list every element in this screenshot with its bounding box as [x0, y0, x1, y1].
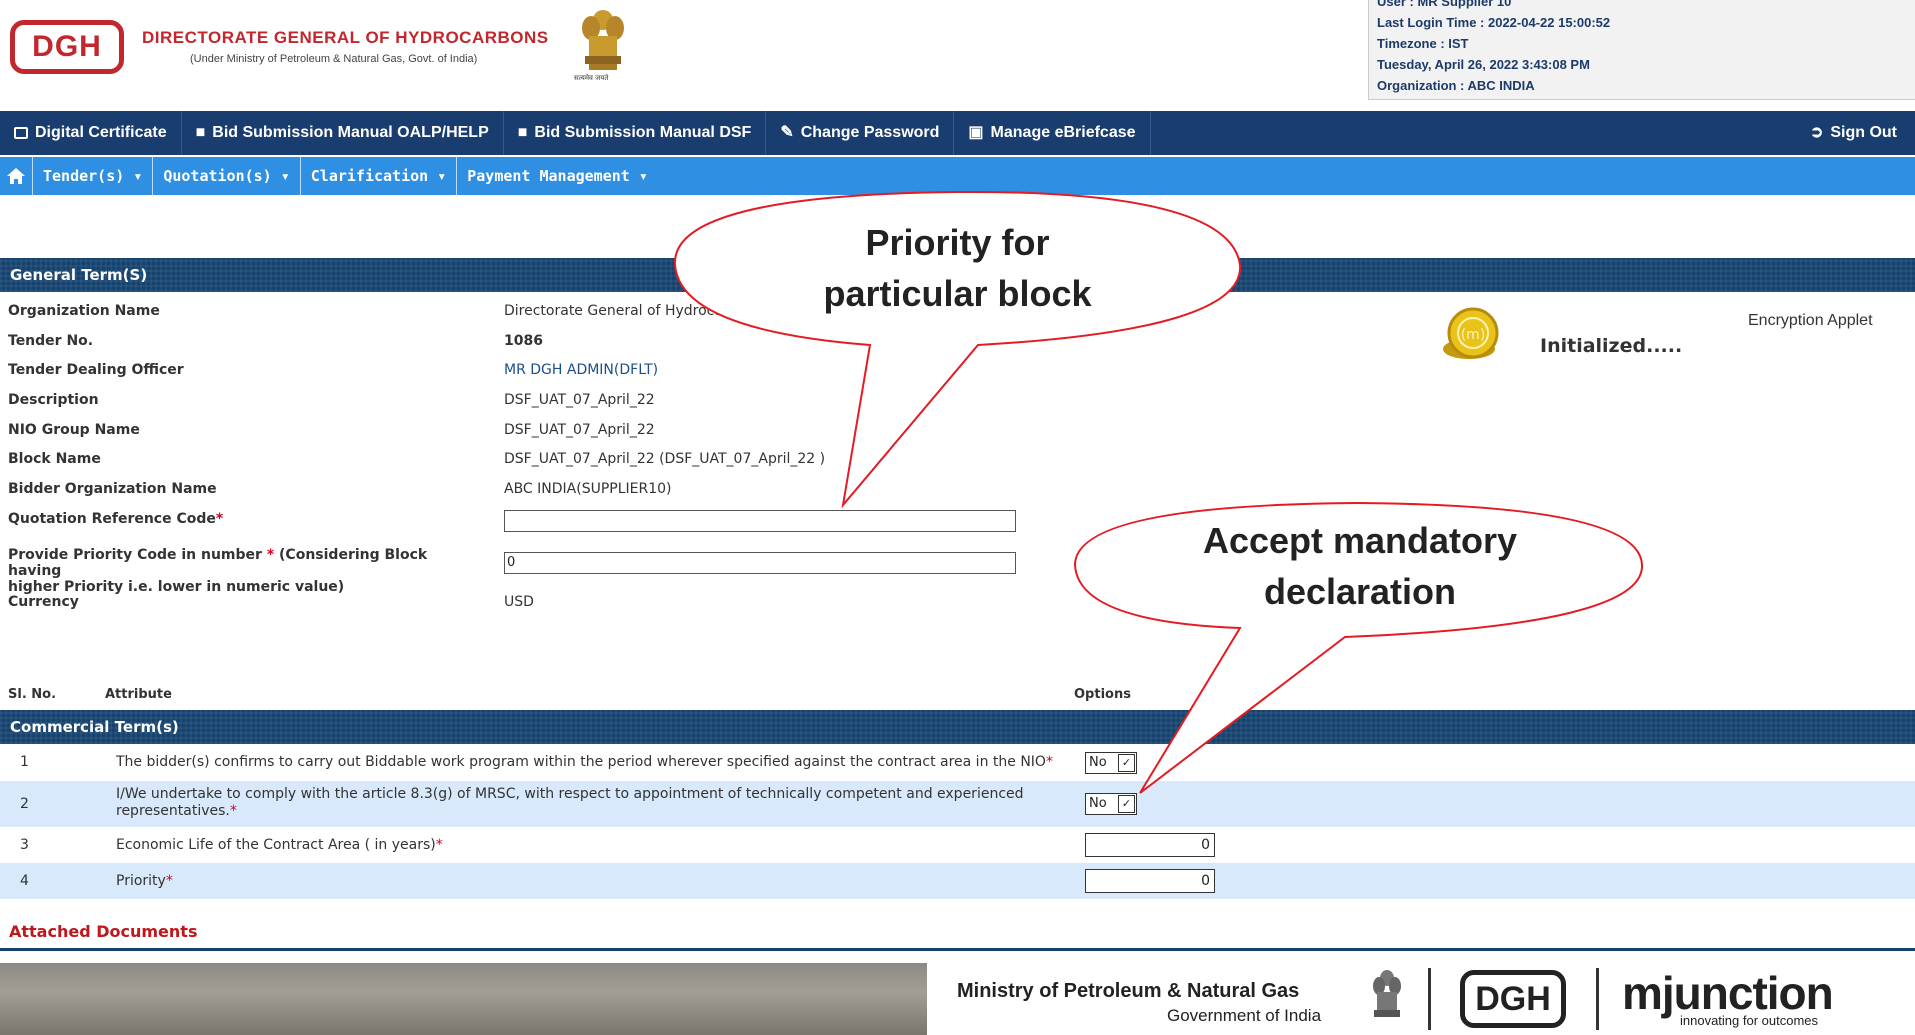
callout-overlay [673, 190, 1644, 794]
priority-callout-text: Priority for particular block [755, 217, 1160, 319]
footer-emblem-icon [1373, 970, 1401, 1017]
callout-line: Accept mandatory [1202, 520, 1518, 561]
footer-divider [1596, 968, 1599, 1030]
footer-dgh-logo: DGH [1460, 970, 1566, 1028]
mjunction-logo: mjunction [1622, 967, 1834, 1019]
callout-line: declaration [1263, 571, 1457, 612]
callout-line: Priority for [865, 222, 1050, 263]
mjunction-tagline: innovating for outcomes [1680, 1013, 1819, 1028]
ministry-name: Ministry of Petroleum & Natural Gas [957, 980, 1300, 1002]
accept-callout-text: Accept mandatory declaration [1140, 515, 1580, 617]
footer-divider [1428, 968, 1431, 1030]
government-of-india: Government of India [1167, 1006, 1322, 1025]
footer-background-image [0, 963, 927, 1035]
callout-line: particular block [823, 273, 1092, 314]
